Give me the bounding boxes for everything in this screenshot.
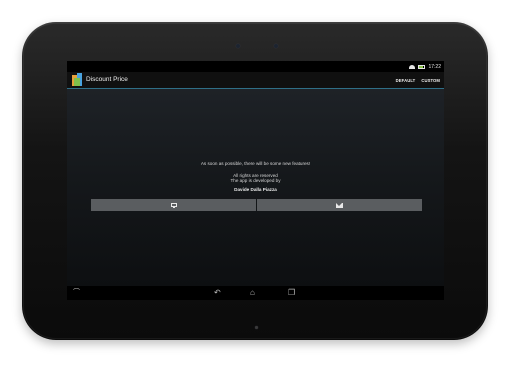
navigation-bar: ⌒ ↶ ⌂ ❐ (67, 286, 444, 300)
mail-icon (336, 202, 343, 208)
features-message: As soon as possible, there will be some … (200, 161, 311, 166)
action-bar: Discount Price DEFAULT CUSTOM (67, 72, 444, 89)
status-time: 17:22 (428, 64, 441, 70)
front-camera (236, 44, 240, 48)
developed-by-message: The app is developed by (230, 178, 281, 183)
developer-name: Davide Dalla Piazza (234, 187, 277, 192)
default-tab[interactable]: DEFAULT (396, 78, 416, 83)
email-button[interactable] (257, 199, 422, 211)
app-icon[interactable] (72, 73, 82, 86)
keyboard-hide-icon[interactable]: ⌒ (73, 288, 80, 298)
custom-tab[interactable]: CUSTOM (421, 78, 440, 83)
notification-led (255, 326, 258, 329)
recent-apps-icon[interactable]: ❐ (288, 288, 295, 298)
battery-icon (418, 65, 426, 69)
status-bar: 17:22 (67, 61, 444, 72)
website-button[interactable] (91, 199, 256, 211)
app-title: Discount Price (86, 76, 128, 83)
home-icon[interactable]: ⌂ (250, 288, 255, 298)
action-bar-menu: DEFAULT CUSTOM (396, 78, 440, 83)
status-icons: 17:22 (409, 64, 441, 70)
device-screen: 17:22 Discount Price DEFAULT CUSTOM As s… (67, 61, 444, 300)
front-sensor (274, 44, 278, 48)
back-icon[interactable]: ↶ (214, 288, 221, 298)
main-content: As soon as possible, there will be some … (67, 89, 444, 286)
monitor-icon (170, 203, 177, 209)
wifi-icon (409, 65, 416, 69)
